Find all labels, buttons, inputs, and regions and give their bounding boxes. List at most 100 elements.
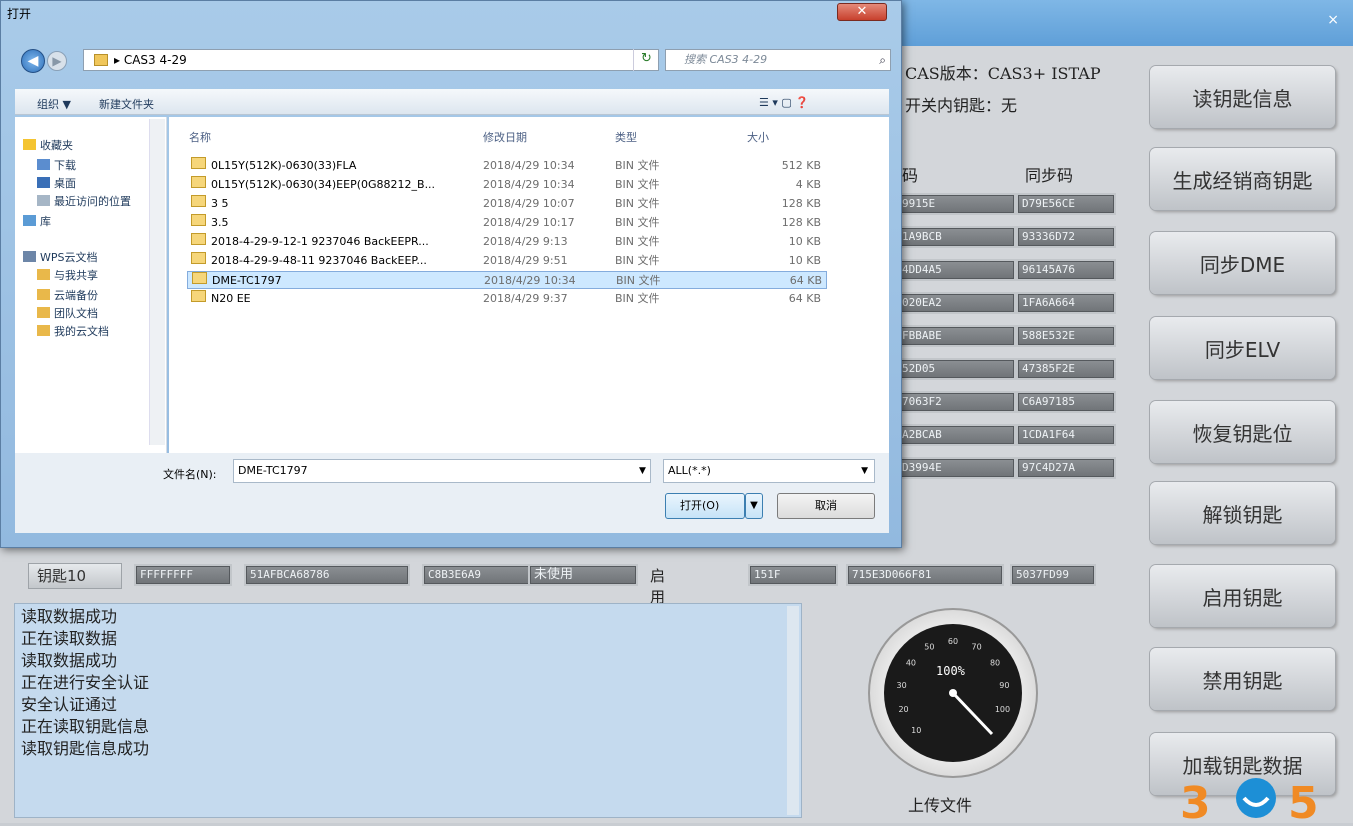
code-cell: 7063F2: [896, 391, 1016, 413]
nav-item[interactable]: 库: [23, 213, 157, 231]
file-row[interactable]: 0L15Y(512K)-0630(33)FLA 2018/4/29 10:34 BI…: [187, 157, 827, 175]
action-button-1[interactable]: 生成经销商钥匙: [1150, 148, 1335, 210]
filename-dropdown-icon[interactable]: ▼: [639, 459, 646, 483]
chevron-down-icon: ▼: [861, 466, 868, 476]
bin-file-icon: [191, 214, 206, 226]
app-close-icon[interactable]: ×: [1327, 12, 1339, 28]
file-row[interactable]: 3 5 2018/4/29 10:07 BIN 文件 128 KB: [187, 195, 827, 213]
nav-item-label: 云端备份: [54, 289, 98, 302]
sync-code-cell: 93336D72: [1016, 226, 1116, 248]
key10-label[interactable]: 钥匙10: [28, 563, 122, 589]
gauge-tick-label: 30: [897, 681, 907, 690]
filetype-select[interactable]: ALL(*.*) ▼: [663, 459, 875, 483]
gauge-needle: [951, 691, 994, 736]
file-row[interactable]: 2018-4-29-9-48-11 9237046 BackEEP... 2018…: [187, 252, 827, 270]
refresh-icon[interactable]: ↻: [633, 49, 659, 71]
svg-text:3: 3: [1180, 778, 1211, 822]
gauge-tick-label: 50: [924, 643, 934, 652]
log-line: 正在读取钥匙信息: [21, 717, 150, 736]
key10-code7: 5037FD99: [1010, 564, 1096, 586]
action-button-2[interactable]: 同步DME: [1150, 232, 1335, 294]
open-dropdown-icon[interactable]: ▼: [745, 493, 763, 519]
view-icons[interactable]: ☰ ▾ ▢ ❓: [759, 96, 809, 109]
filename-label: 文件名(N):: [163, 468, 217, 481]
gauge-tick-label: 10: [911, 726, 921, 735]
code-cell: 52D05: [896, 358, 1016, 380]
file-type: BIN 文件: [616, 274, 661, 287]
search-icon[interactable]: ⌕: [879, 50, 886, 70]
file-name: 2018-4-29-9-48-11 9237046 BackEEP...: [211, 254, 427, 267]
file-date: 2018/4/29 9:51: [483, 254, 568, 267]
file-row[interactable]: N20 EE 2018/4/29 9:37 BIN 文件 64 KB: [187, 290, 827, 308]
switch-key-status: 开关内钥匙：无: [905, 96, 1018, 115]
action-button-6[interactable]: 启用钥匙: [1150, 565, 1335, 627]
gauge-tick-label: 70: [972, 643, 982, 652]
key10-status: 启用: [650, 567, 666, 606]
sync-code-header: 同步码: [1025, 166, 1074, 185]
log-line: 正在读取数据: [21, 629, 118, 648]
file-row[interactable]: DME-TC1797 2018/4/29 10:34 BIN 文件 64 KB: [187, 271, 827, 289]
dialog-title: 打开: [7, 7, 32, 21]
key10-code2: 51AFBCA68786: [244, 564, 410, 586]
dialog-close-icon[interactable]: ✕: [837, 3, 887, 21]
upload-file-label[interactable]: 上传文件: [908, 792, 972, 816]
file-row[interactable]: 2018-4-29-9-12-1 9237046 BackEEPR... 2018…: [187, 233, 827, 251]
file-date: 2018/4/29 9:37: [483, 292, 568, 305]
organize-button[interactable]: 组织 ▼: [37, 96, 71, 112]
progress-gauge: 10 20 30 40 50 60 70 80 90 100 100%: [868, 608, 1038, 778]
filename-input[interactable]: DME-TC1797: [233, 459, 651, 483]
bin-file-icon: [192, 272, 207, 284]
nav-item-label: 与我共享: [54, 269, 98, 282]
cancel-button[interactable]: 取消: [777, 493, 875, 519]
log-panel: 读取数据成功 正在读取数据 读取数据成功 正在进行安全认证 安全认证通过 正在读取钥匙信息…: [14, 603, 802, 818]
action-button-3[interactable]: 同步ELV: [1150, 317, 1335, 379]
nav-item-label: 下载: [54, 159, 76, 172]
cas-version: CAS版本：CAS3+ ISTAP: [905, 64, 1101, 83]
action-button-0[interactable]: 读钥匙信息: [1150, 66, 1335, 128]
log-line: 读取数据成功: [21, 651, 118, 670]
log-scrollbar[interactable]: [787, 606, 799, 815]
key10-code3: C8B3E6A9: [422, 564, 532, 586]
address-bar[interactable]: ▸ CAS3 4-29: [83, 49, 659, 71]
folder-icon: [23, 139, 36, 150]
back-icon[interactable]: ◀: [21, 49, 45, 73]
nav-scrollbar[interactable]: [149, 119, 165, 445]
new-folder-button[interactable]: 新建文件夹: [99, 96, 154, 112]
search-input[interactable]: 搜索 CAS3 4-29 ⌕: [665, 49, 891, 71]
action-button-7[interactable]: 禁用钥匙: [1150, 648, 1335, 710]
action-button-5[interactable]: 解锁钥匙: [1150, 482, 1335, 544]
file-row[interactable]: 0L15Y(512K)-0630(34)EEP(0G88212_B... 2018…: [187, 176, 827, 194]
file-date: 2018/4/29 10:34: [484, 274, 576, 287]
col-type[interactable]: 类型: [615, 129, 637, 145]
nav-item[interactable]: WPS云文档: [23, 249, 157, 267]
folder-icon: [37, 269, 50, 280]
address-path: ▸ CAS3 4-29: [114, 53, 187, 67]
nav-item[interactable]: 收藏夹: [23, 137, 157, 155]
nav-item-label: 桌面: [54, 177, 76, 190]
bin-file-icon: [191, 176, 206, 188]
open-button[interactable]: 打开(O): [665, 493, 745, 519]
file-size: 64 KB: [788, 292, 821, 305]
action-button-4[interactable]: 恢复钥匙位: [1150, 401, 1335, 463]
code-cell: 9915E: [896, 193, 1016, 215]
file-size: 10 KB: [788, 235, 821, 248]
file-type: BIN 文件: [615, 216, 660, 229]
forward-icon[interactable]: ▶: [47, 51, 67, 71]
file-row[interactable]: 3.5 2018/4/29 10:17 BIN 文件 128 KB: [187, 214, 827, 232]
col-date[interactable]: 修改日期: [483, 129, 527, 145]
code-header: 码: [902, 166, 919, 185]
file-type: BIN 文件: [615, 197, 660, 210]
key10-code5: 151F: [748, 564, 838, 586]
code-cell: D3994E: [896, 457, 1016, 479]
col-size[interactable]: 大小: [747, 129, 769, 145]
gauge-value: 100%: [936, 664, 965, 678]
col-name[interactable]: 名称: [189, 129, 211, 145]
file-name: 0L15Y(512K)-0630(33)FLA: [211, 159, 357, 172]
sync-code-cell: 97C4D27A: [1016, 457, 1116, 479]
file-date: 2018/4/29 10:34: [483, 178, 575, 191]
folder-icon: [37, 159, 50, 170]
folder-icon: [37, 195, 50, 206]
file-size: 128 KB: [781, 216, 821, 229]
file-date: 2018/4/29 10:07: [483, 197, 575, 210]
file-type: BIN 文件: [615, 292, 660, 305]
